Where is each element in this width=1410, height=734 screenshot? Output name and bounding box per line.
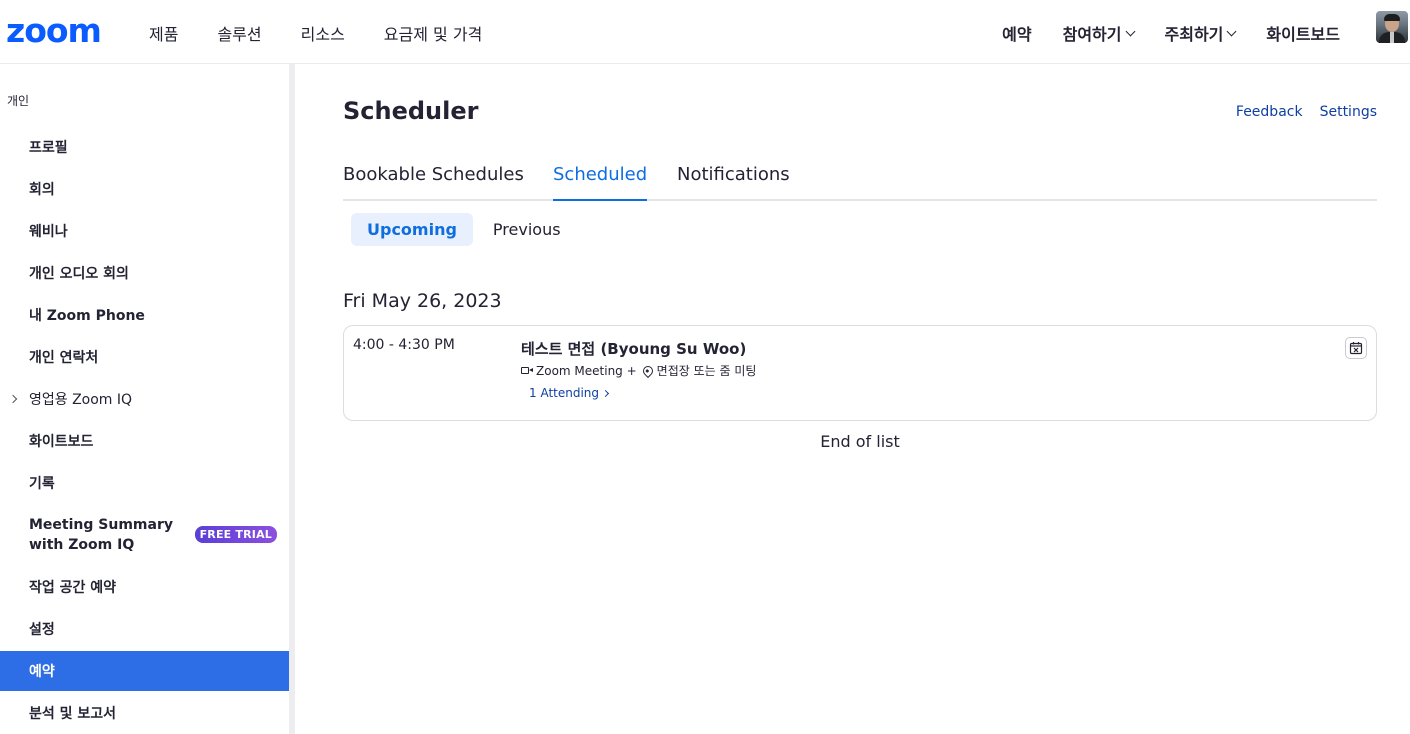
sidebar-item-label: 설정 — [29, 622, 55, 638]
sidebar-item-label: 프로필 — [29, 140, 68, 156]
subtab-previous[interactable]: Previous — [477, 213, 577, 246]
nav-join[interactable]: 참여하기 — [1062, 21, 1135, 45]
sidebar-item-audio-conference[interactable]: 개인 오디오 회의 — [0, 252, 289, 294]
nav-host[interactable]: 주최하기 — [1164, 21, 1237, 45]
sidebar-item-scheduler[interactable]: 예약 — [0, 651, 289, 691]
event-time: 4:00 - 4:30 PM — [353, 337, 455, 353]
sidebar-item-label: 분석 및 보고서 — [29, 706, 117, 722]
attending-label: 1 Attending — [529, 386, 600, 400]
sidebar: 개인 프로필 회의 웨비나 개인 오디오 회의 내 Zoom Phone 개인 … — [0, 64, 289, 734]
zoom-logo[interactable]: zoom — [6, 14, 102, 47]
calendar-cancel-icon — [1349, 342, 1363, 355]
nav-host-label: 주최하기 — [1164, 25, 1224, 44]
nav-schedule-label: 예약 — [1002, 25, 1032, 44]
chevron-down-icon — [1125, 26, 1135, 36]
sidebar-item-webinars[interactable]: 웨비나 — [0, 210, 289, 252]
free-trial-badge: FREE TRIAL — [194, 526, 277, 543]
scheduler-tabs: Bookable Schedules Scheduled Notificatio… — [343, 164, 1377, 201]
nav-pricing[interactable]: 요금제 및 가격 — [384, 21, 483, 45]
sidebar-item-label: 회의 — [29, 182, 55, 198]
sidebar-item-label: 내 Zoom Phone — [29, 308, 145, 324]
sidebar-item-recordings[interactable]: 기록 — [0, 462, 289, 504]
video-camera-icon — [521, 366, 533, 375]
sidebar-item-settings[interactable]: 설정 — [0, 608, 289, 650]
chevron-down-icon — [1226, 26, 1237, 36]
avatar-hair — [1384, 14, 1400, 21]
sidebar-item-label: Meeting Summary with Zoom IQ — [29, 517, 173, 553]
tab-bookable-schedules[interactable]: Bookable Schedules — [343, 164, 524, 201]
sidebar-item-zoom-phone[interactable]: 내 Zoom Phone — [0, 294, 289, 336]
sidebar-item-whiteboard[interactable]: 화이트보드 — [0, 420, 289, 462]
event-title[interactable]: 테스트 면접 (Byoung Su Woo) — [521, 338, 746, 359]
user-avatar[interactable] — [1376, 11, 1408, 43]
nav-resources[interactable]: 리소스 — [301, 21, 345, 45]
nav-solutions[interactable]: 솔루션 — [217, 21, 261, 45]
date-heading: Fri May 26, 2023 — [343, 290, 502, 312]
sidebar-item-label: 웨비나 — [29, 224, 68, 240]
event-location: 면접장 또는 줌 미팅 — [656, 364, 757, 378]
sidebar-item-label: 개인 오디오 회의 — [29, 266, 129, 282]
location-pin-icon — [640, 363, 655, 378]
feedback-link[interactable]: Feedback — [1236, 104, 1303, 120]
subtab-upcoming[interactable]: Upcoming — [351, 213, 473, 246]
sidebar-item-label: 작업 공간 예약 — [29, 580, 117, 596]
nav-right: 예약 참여하기 주최하기 화이트보드 — [971, 21, 1340, 45]
main-content: Scheduler Feedback Settings Bookable Sch… — [295, 64, 1410, 734]
sidebar-item-meeting-summary[interactable]: Meeting Summary with Zoom IQ FREE TRIAL — [0, 504, 289, 566]
nav-join-label: 참여하기 — [1062, 25, 1122, 44]
event-meta: Zoom Meeting + 면접장 또는 줌 미팅 — [521, 362, 756, 379]
event-meeting-type: Zoom Meeting + — [536, 363, 637, 378]
sidebar-item-label: 기록 — [29, 476, 55, 492]
top-navigation: zoom 제품 솔루션 리소스 요금제 및 가격 예약 참여하기 주최하기 화이… — [0, 0, 1410, 64]
top-links: Feedback Settings — [1236, 104, 1377, 120]
nav-whiteboard[interactable]: 화이트보드 — [1266, 21, 1340, 45]
nav-schedule[interactable]: 예약 — [1002, 21, 1031, 45]
tab-scheduled[interactable]: Scheduled — [553, 164, 648, 201]
chevron-right-icon — [601, 389, 610, 397]
attending-link[interactable]: 1 Attending — [529, 386, 610, 400]
sidebar-item-workspace-reservation[interactable]: 작업 공간 예약 — [0, 566, 289, 608]
sidebar-item-label: 예약 — [29, 664, 55, 680]
nav-left: 제품 솔루션 리소스 요금제 및 가격 — [149, 21, 521, 45]
sidebar-item-contacts[interactable]: 개인 연락처 — [0, 336, 289, 378]
sidebar-item-reports[interactable]: 분석 및 보고서 — [0, 692, 289, 734]
page-title: Scheduler — [343, 97, 479, 125]
sidebar-item-profile[interactable]: 프로필 — [0, 126, 289, 168]
tab-notifications[interactable]: Notifications — [677, 164, 790, 201]
sidebar-item-label: 영업용 Zoom IQ — [29, 392, 133, 408]
settings-link[interactable]: Settings — [1320, 104, 1377, 120]
sidebar-item-zoom-iq-sales[interactable]: 영업용 Zoom IQ — [0, 378, 289, 420]
sidebar-item-label: 화이트보드 — [29, 434, 94, 450]
avatar-tie — [1390, 32, 1394, 43]
end-of-list: End of list — [820, 432, 900, 451]
event-card[interactable]: 4:00 - 4:30 PM 테스트 면접 (Byoung Su Woo) Zo… — [343, 325, 1377, 421]
sidebar-item-meetings[interactable]: 회의 — [0, 168, 289, 210]
cancel-event-button[interactable] — [1345, 337, 1367, 359]
scheduled-subtabs: Upcoming Previous — [351, 213, 581, 246]
sidebar-item-label: 개인 연락처 — [29, 350, 99, 366]
chevron-right-icon — [8, 394, 18, 404]
sidebar-section-label: 개인 — [7, 94, 30, 108]
nav-products[interactable]: 제품 — [149, 21, 178, 45]
nav-whiteboard-label: 화이트보드 — [1266, 25, 1340, 44]
